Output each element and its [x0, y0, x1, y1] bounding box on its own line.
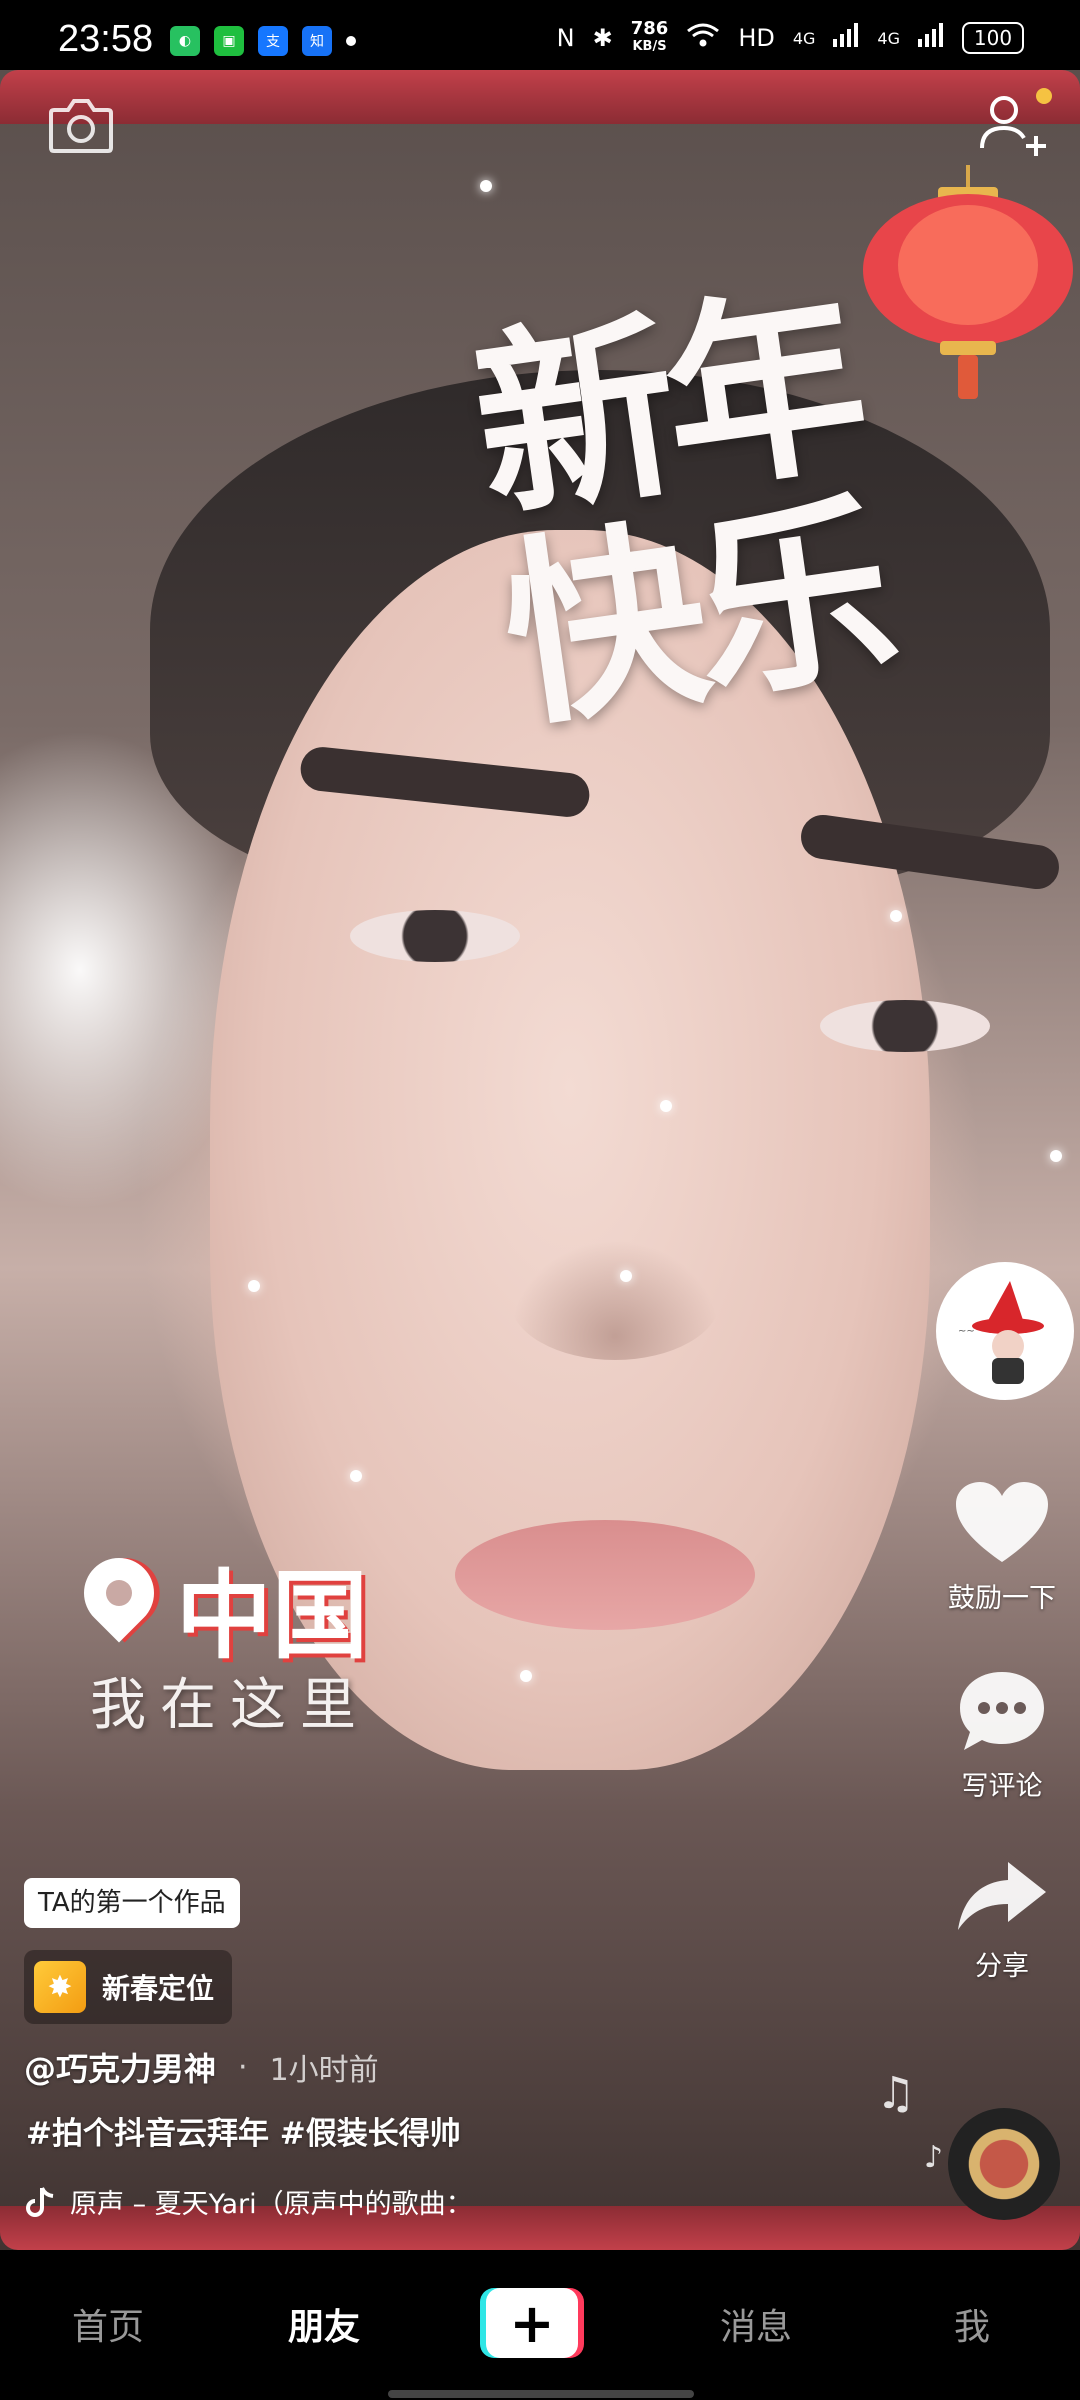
- post-time: 1小时前: [269, 2053, 379, 2088]
- signal-bars-2-icon: [918, 23, 944, 53]
- signal-4g-1: 4G: [792, 28, 816, 48]
- tab-home[interactable]: 首页: [72, 2298, 144, 2350]
- comment-label: 写评论: [961, 1771, 1043, 1802]
- svg-text:~~: ~~: [958, 1326, 975, 1337]
- music-info-row[interactable]: 原声 – 夏天Yari（原声中的歌曲：: [26, 2182, 473, 2221]
- avatar-character-icon: ~~: [940, 1266, 1070, 1396]
- share-label: 分享: [975, 1951, 1029, 1982]
- video-frame-top: [0, 70, 1080, 124]
- share-button[interactable]: 分享: [925, 1858, 1079, 1983]
- location-city: 中国: [176, 1559, 368, 1672]
- camera-icon: [49, 99, 113, 153]
- network-speed: 786 KB/S: [630, 18, 669, 55]
- hashtags[interactable]: #拍个抖音云拜年 #假装长得帅: [26, 2108, 461, 2153]
- bottom-tab-bar: 首页 朋友 + 消息 我: [0, 2250, 1080, 2400]
- comment-button[interactable]: 写评论: [925, 1668, 1079, 1803]
- firework-icon: ✸: [34, 1961, 86, 2013]
- sparkle: [660, 1100, 672, 1112]
- more-notifications-dot: [346, 36, 356, 46]
- separator-dot: ·: [238, 2049, 248, 2085]
- author-avatar[interactable]: ~~: [936, 1262, 1074, 1400]
- video-nose: [510, 1240, 720, 1360]
- bluetooth-icon: ✱: [592, 24, 613, 52]
- sparkle: [350, 1470, 362, 1482]
- status-indicators: Ν ✱ 786 KB/S HD 4G 4G 100: [557, 20, 1024, 56]
- status-time: 23:58: [58, 18, 154, 60]
- tab-me[interactable]: 我: [954, 2298, 990, 2350]
- battery-indicator: 100: [962, 22, 1024, 54]
- sparkle: [890, 910, 902, 922]
- app-icon-green: ◐: [170, 26, 200, 56]
- music-note-icon: ♫: [876, 2068, 916, 2119]
- video-left-eye: [350, 910, 520, 962]
- sparkle: [520, 1670, 532, 1682]
- sparkle: [248, 1280, 260, 1292]
- video-right-eye: [820, 1000, 990, 1052]
- music-disc-button[interactable]: [948, 2108, 1060, 2220]
- create-button[interactable]: +: [480, 2288, 584, 2360]
- tab-messages[interactable]: 消息: [720, 2298, 792, 2350]
- signal-4g-2: 4G: [877, 28, 900, 48]
- home-indicator: [388, 2390, 694, 2398]
- nfc-icon: Ν: [556, 24, 575, 52]
- first-work-badge: TA的第一个作品: [24, 1878, 240, 1928]
- share-arrow-icon: [958, 1862, 1046, 1930]
- author-row: @巧克力男神 · 1小时前: [24, 2044, 379, 2090]
- alipay-icon: 支: [258, 26, 288, 56]
- topic-chip[interactable]: ✸ 新春定位: [24, 1950, 233, 2024]
- music-text: 原声 – 夏天Yari（原声中的歌曲：: [70, 2189, 473, 2220]
- topic-label: 新春定位: [102, 1972, 215, 2005]
- sparkle: [620, 1270, 632, 1282]
- new-year-overlay-text: 新年快乐: [461, 262, 900, 757]
- iqiyi-icon: ▣: [214, 26, 244, 56]
- tiktok-note-icon: [26, 2186, 54, 2217]
- camera-button[interactable]: [48, 96, 114, 154]
- plus-icon: +: [486, 2288, 578, 2358]
- notification-dot: [1036, 88, 1052, 104]
- zhihu-icon: 知: [302, 26, 332, 56]
- wifi-icon: [686, 22, 720, 54]
- like-label: 鼓励一下: [948, 1583, 1056, 1614]
- heart-icon: [956, 1482, 1048, 1562]
- tab-friends[interactable]: 朋友: [288, 2298, 360, 2350]
- video-lips: [455, 1520, 755, 1630]
- sparkle: [480, 180, 492, 192]
- sparkle: [1050, 1150, 1062, 1162]
- author-name[interactable]: @巧克力男神: [24, 2044, 216, 2090]
- comment-icon: [960, 1672, 1044, 1750]
- location-subtitle: 我在这里: [90, 1673, 370, 1738]
- status-app-icons: ◐ ▣ 支 知: [170, 26, 356, 56]
- location-pin-icon: [69, 1543, 169, 1643]
- hd-label: HD: [738, 24, 775, 52]
- like-button[interactable]: 鼓励一下: [925, 1480, 1079, 1615]
- signal-bars-1-icon: [833, 23, 859, 53]
- music-note-icon: ♪: [924, 2140, 944, 2175]
